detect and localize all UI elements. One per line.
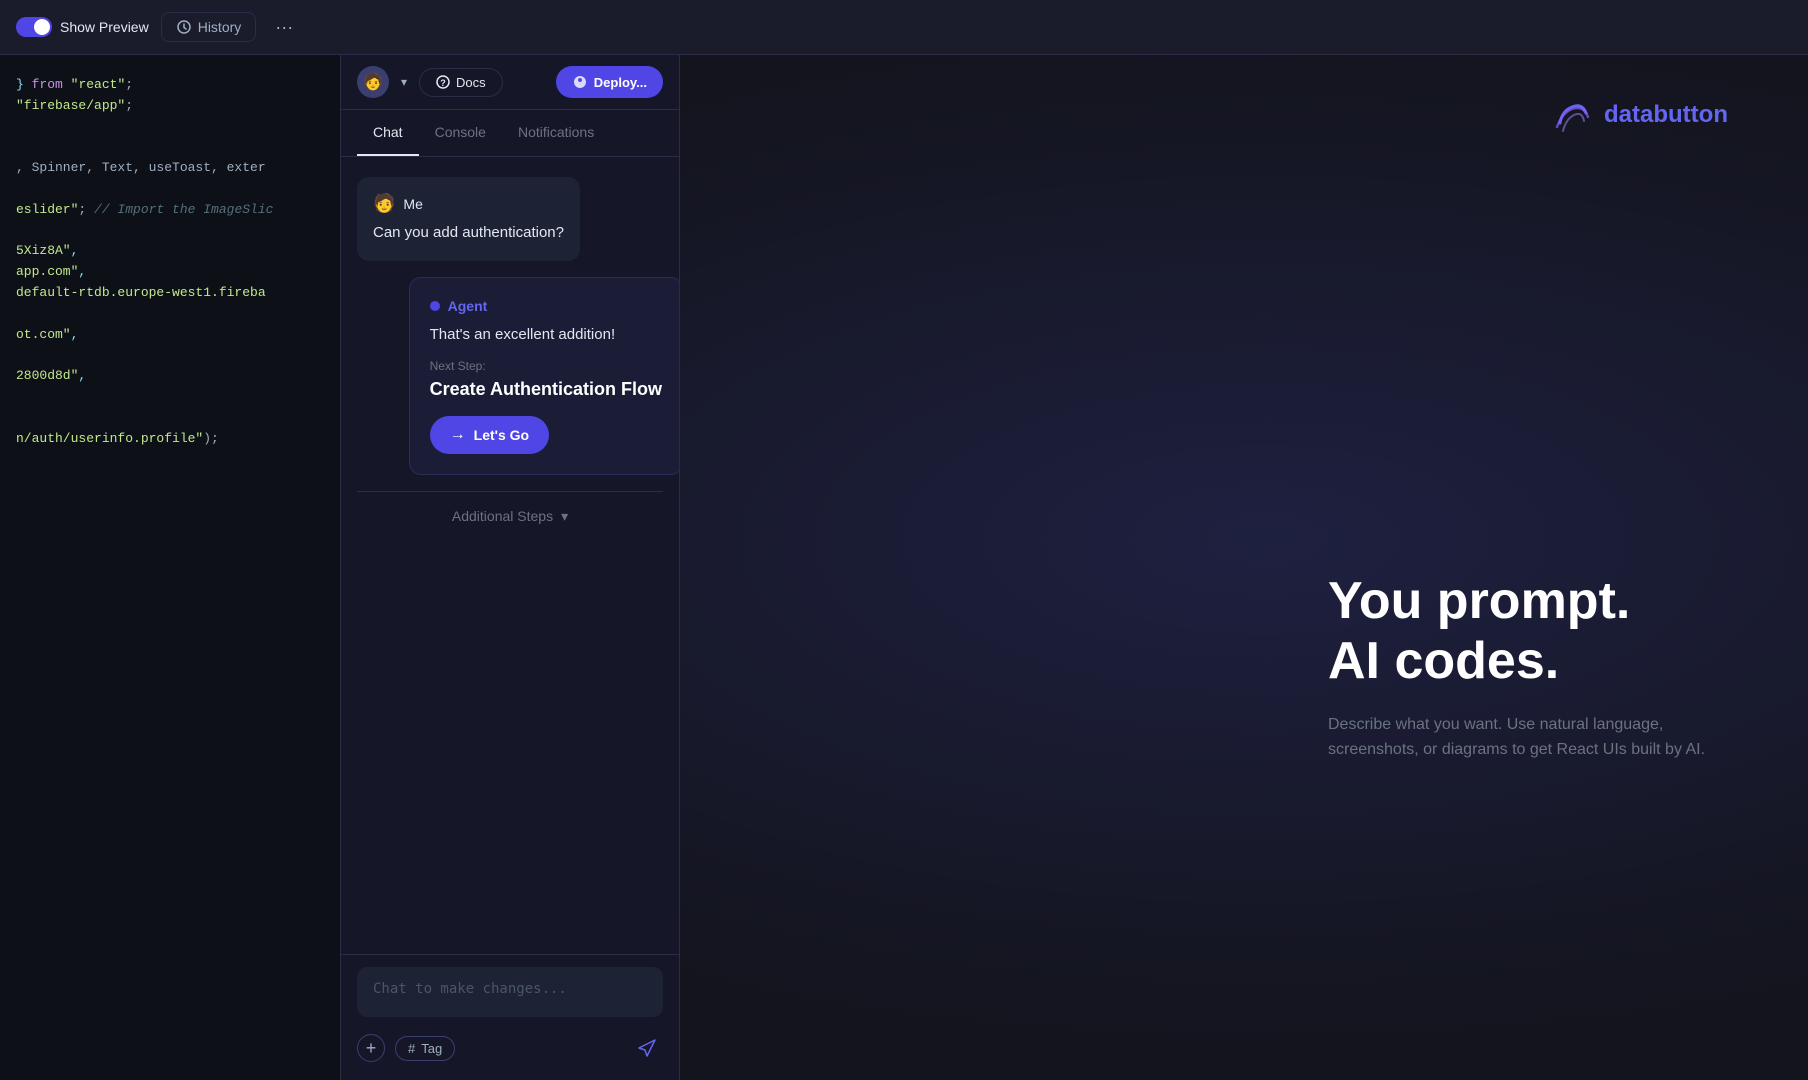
input-actions: + # Tag <box>357 1032 663 1064</box>
code-line <box>16 179 324 200</box>
history-label: History <box>198 19 242 35</box>
chat-tabs: Chat Console Notifications <box>341 110 679 157</box>
tab-console[interactable]: Console <box>419 110 502 156</box>
svg-text:?: ? <box>440 78 446 88</box>
chat-panel: 🧑 ▾ ? Docs Deploy... Chat Console Notifi… <box>340 55 680 1080</box>
hash-icon: # <box>408 1041 415 1056</box>
agent-text: That's an excellent addition! <box>430 326 662 343</box>
additional-steps-button[interactable]: Additional Steps ▾ <box>357 491 663 541</box>
agent-message: Agent That's an excellent addition! Next… <box>409 277 679 475</box>
deploy-label: Deploy... <box>594 75 647 90</box>
code-line <box>16 221 324 242</box>
logo-text: databutton <box>1604 101 1728 129</box>
avatar-button[interactable]: 🧑 <box>357 66 389 98</box>
toolbar: Show Preview History ··· <box>0 0 1808 55</box>
lets-go-button[interactable]: → Let's Go <box>430 416 549 454</box>
marketing-panel: databutton You prompt. AI codes. Describ… <box>680 55 1808 1080</box>
tag-button[interactable]: # Tag <box>395 1036 455 1061</box>
chat-input[interactable] <box>357 967 663 1017</box>
code-line <box>16 117 324 138</box>
tab-chat[interactable]: Chat <box>357 110 419 156</box>
headline-line2: AI codes. <box>1328 632 1559 690</box>
history-icon <box>176 19 192 35</box>
agent-dot-icon <box>430 301 440 311</box>
code-line <box>16 408 324 429</box>
code-line: eslider"; // Import the ImageSlic <box>16 200 324 221</box>
agent-label: Agent <box>448 298 488 314</box>
tag-label: Tag <box>421 1041 442 1056</box>
code-line: } from "react"; <box>16 75 324 96</box>
code-line: n/auth/userinfo.profile"); <box>16 429 324 450</box>
code-line: 2800d8d", <box>16 366 324 387</box>
code-line: "firebase/app"; <box>16 96 324 117</box>
chat-input-area: + # Tag <box>341 954 679 1080</box>
message-author: Me <box>403 196 422 212</box>
docs-label: Docs <box>456 75 486 90</box>
tab-notifications[interactable]: Notifications <box>502 110 610 156</box>
arrow-icon: → <box>450 426 466 444</box>
docs-icon: ? <box>436 75 450 89</box>
code-line: , Spinner, Text, useToast, exter <box>16 158 324 179</box>
user-avatar: 🧑 <box>373 193 395 214</box>
toggle-switch[interactable] <box>16 17 52 37</box>
user-message-text: Can you add authentication? <box>373 222 564 245</box>
code-line: app.com", <box>16 262 324 283</box>
add-button[interactable]: + <box>357 1034 385 1062</box>
databutton-logo: databutton <box>1552 95 1728 135</box>
deploy-icon <box>572 74 588 90</box>
deploy-button[interactable]: Deploy... <box>556 66 663 98</box>
chat-messages: 🧑 Me Can you add authentication? Agent T… <box>341 157 679 954</box>
headline-block: You prompt. AI codes. Describe what you … <box>1328 452 1728 763</box>
marketing-subheadline: Describe what you want. Use natural lang… <box>1328 712 1728 763</box>
send-button[interactable] <box>631 1032 663 1064</box>
show-preview-label: Show Preview <box>60 19 149 35</box>
send-icon <box>637 1038 657 1058</box>
code-line: ot.com", <box>16 325 324 346</box>
code-line <box>16 387 324 408</box>
message-header: 🧑 Me <box>373 193 564 214</box>
avatar-emoji: 🧑 <box>363 72 383 92</box>
more-options-button[interactable]: ··· <box>268 11 300 43</box>
chevron-down-icon[interactable]: ▾ <box>401 75 407 89</box>
chat-topbar: 🧑 ▾ ? Docs Deploy... <box>341 55 679 110</box>
more-icon: ··· <box>275 17 293 38</box>
agent-header: Agent <box>430 298 662 314</box>
code-line <box>16 304 324 325</box>
code-line <box>16 345 324 366</box>
code-line: default-rtdb.europe-west1.fireba <box>16 283 324 304</box>
marketing-headline: You prompt. AI codes. <box>1328 572 1728 692</box>
next-step-title: Create Authentication Flow <box>430 379 662 400</box>
lets-go-label: Let's Go <box>474 427 529 443</box>
show-preview-toggle[interactable]: Show Preview <box>16 17 149 37</box>
user-message: 🧑 Me Can you add authentication? <box>357 177 580 261</box>
code-line <box>16 137 324 158</box>
logo-icon <box>1552 95 1592 135</box>
code-editor-panel: } from "react"; "firebase/app"; , Spinne… <box>0 55 340 1080</box>
code-line: 5Xiz8A", <box>16 241 324 262</box>
chevron-down-icon: ▾ <box>561 508 568 525</box>
history-button[interactable]: History <box>161 12 257 42</box>
docs-button[interactable]: ? Docs <box>419 68 503 97</box>
headline-line1: You prompt. <box>1328 572 1630 630</box>
additional-steps-label: Additional Steps <box>452 508 553 524</box>
next-step-label: Next Step: <box>430 359 662 373</box>
